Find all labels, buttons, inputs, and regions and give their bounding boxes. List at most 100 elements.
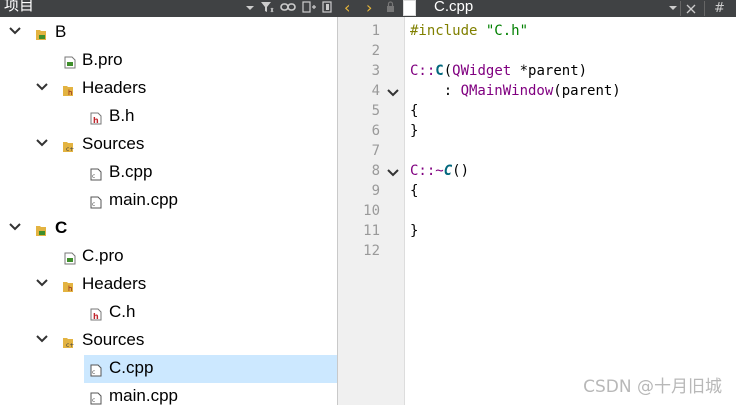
pro-file-icon <box>64 54 76 69</box>
cpp-file-icon: c <box>90 362 102 377</box>
cpp-file-icon: c <box>90 194 102 209</box>
tree-item-label: Headers <box>82 78 147 97</box>
tree-item-label: B.h <box>109 106 135 125</box>
line-number: 3 <box>371 63 380 79</box>
project-icon <box>35 222 47 236</box>
link-icon[interactable] <box>280 1 296 17</box>
tree-item-sources-folder[interactable]: c+ Sources <box>0 327 337 355</box>
panel-title: 项目 <box>4 0 35 14</box>
svg-text:h: h <box>93 312 99 321</box>
tree-item-label: B <box>55 22 67 41</box>
base-class-name: QMainWindow <box>460 83 554 99</box>
line-number: 4 <box>371 83 380 99</box>
chevron-down-icon[interactable] <box>246 1 254 16</box>
editor-toolbar: ‹ › C.cpp # <box>338 0 736 17</box>
line-number: 12 <box>363 243 380 259</box>
tree-item-sources-folder[interactable]: c+ Sources <box>0 131 337 159</box>
filter-icon[interactable] <box>260 0 274 18</box>
split-add-icon[interactable] <box>302 0 316 17</box>
chevron-down-icon[interactable] <box>35 332 49 346</box>
line-number: 5 <box>371 103 380 119</box>
code-line: } <box>410 123 419 139</box>
scope-qualifier: C::~ <box>410 163 444 179</box>
tree-item-label: Headers <box>82 274 147 293</box>
fold-chevron-icon[interactable] <box>386 165 400 179</box>
toolbar-separator <box>704 1 705 16</box>
chevron-down-icon[interactable] <box>8 24 22 38</box>
tree-item-file[interactable]: B.pro <box>0 47 337 75</box>
code-line: } <box>410 223 419 239</box>
tree-item-label: C <box>55 218 68 237</box>
tree-item-label: Sources <box>82 134 145 153</box>
constructor-name: C <box>435 63 444 79</box>
lock-icon <box>386 1 396 13</box>
close-panel-icon[interactable] <box>322 0 332 17</box>
tree-item-file[interactable]: C.pro <box>0 243 337 271</box>
line-number: 1 <box>371 23 380 39</box>
tree-item-file[interactable]: h B.h <box>0 103 337 131</box>
back-arrow-icon[interactable]: ‹ <box>344 0 350 17</box>
params: () <box>452 163 470 179</box>
split-editor-icon[interactable]: # <box>714 0 725 17</box>
header-file-icon: h <box>90 306 102 321</box>
chevron-down-icon[interactable] <box>8 220 22 234</box>
preprocessor-directive: #include <box>410 23 478 39</box>
line-number: 2 <box>371 43 380 59</box>
destructor-name: C <box>443 163 453 179</box>
code-editor[interactable]: #include "C.h" C::C(QWidget *parent) : Q… <box>410 17 736 405</box>
tree-item-headers-folder[interactable]: h Headers <box>0 75 337 103</box>
line-number: 11 <box>363 223 380 239</box>
svg-text:c: c <box>92 201 95 208</box>
fold-chevron-icon[interactable] <box>386 85 400 99</box>
tree-item-label: main.cpp <box>109 386 178 405</box>
code-line: : QMainWindow(parent) <box>410 83 621 99</box>
params: *parent) <box>511 63 588 79</box>
cpp-file-icon: c <box>90 166 102 181</box>
line-number: 10 <box>363 203 380 219</box>
file-icon <box>403 0 416 16</box>
headers-folder-icon: h <box>62 82 74 97</box>
tree-item-file[interactable]: c main.cpp <box>0 187 337 215</box>
line-number: 9 <box>371 183 380 199</box>
tree-item-label: C.pro <box>82 246 124 265</box>
type-name: QWidget <box>452 63 512 79</box>
initializer-colon: : <box>410 83 461 99</box>
tree-item-file[interactable]: c B.cpp <box>0 159 337 187</box>
header-file-icon: h <box>90 110 102 125</box>
line-number: 7 <box>371 143 380 159</box>
svg-text:c+: c+ <box>66 342 74 349</box>
chevron-down-icon[interactable] <box>35 136 49 150</box>
code-line: C::~C() <box>410 163 469 179</box>
svg-text:c: c <box>92 173 95 180</box>
include-string: "C.h" <box>485 23 529 39</box>
tree-item-label: B.pro <box>82 50 123 69</box>
tree-item-label: Sources <box>82 330 145 349</box>
watermark: CSDN @十月旧城 <box>583 377 722 397</box>
project-icon <box>35 26 47 40</box>
toolbar-separator <box>680 1 681 16</box>
tree-item-project-b[interactable]: B <box>0 19 337 47</box>
chevron-down-icon[interactable] <box>35 276 49 290</box>
tree-item-label: main.cpp <box>109 190 178 209</box>
line-number: 8 <box>371 163 380 179</box>
svg-text:c: c <box>92 397 95 404</box>
forward-arrow-icon[interactable]: › <box>366 0 372 17</box>
code-line: { <box>410 183 419 199</box>
panel-toolbar <box>246 0 332 17</box>
tree-item-file[interactable]: h C.h <box>0 299 337 327</box>
file-dropdown-icon[interactable] <box>669 0 677 17</box>
chevron-down-icon[interactable] <box>35 80 49 94</box>
svg-text:h: h <box>68 89 72 97</box>
code-line: #include "C.h" <box>410 23 528 39</box>
svg-text:h: h <box>93 116 99 125</box>
scope-qualifier: C:: <box>410 63 436 79</box>
tree-item-label: C.h <box>109 302 136 321</box>
tree-item-file-selected[interactable]: c C.cpp <box>0 355 337 383</box>
project-panel-header: 项目 <box>0 0 338 17</box>
tree-item-file[interactable]: c main.cpp <box>0 383 337 411</box>
open-file-name[interactable]: C.cpp <box>434 0 473 15</box>
tree-item-project-c[interactable]: C <box>0 215 337 243</box>
close-file-icon[interactable] <box>685 0 697 17</box>
tree-item-headers-folder[interactable]: h Headers <box>0 271 337 299</box>
line-number: 6 <box>371 123 380 139</box>
